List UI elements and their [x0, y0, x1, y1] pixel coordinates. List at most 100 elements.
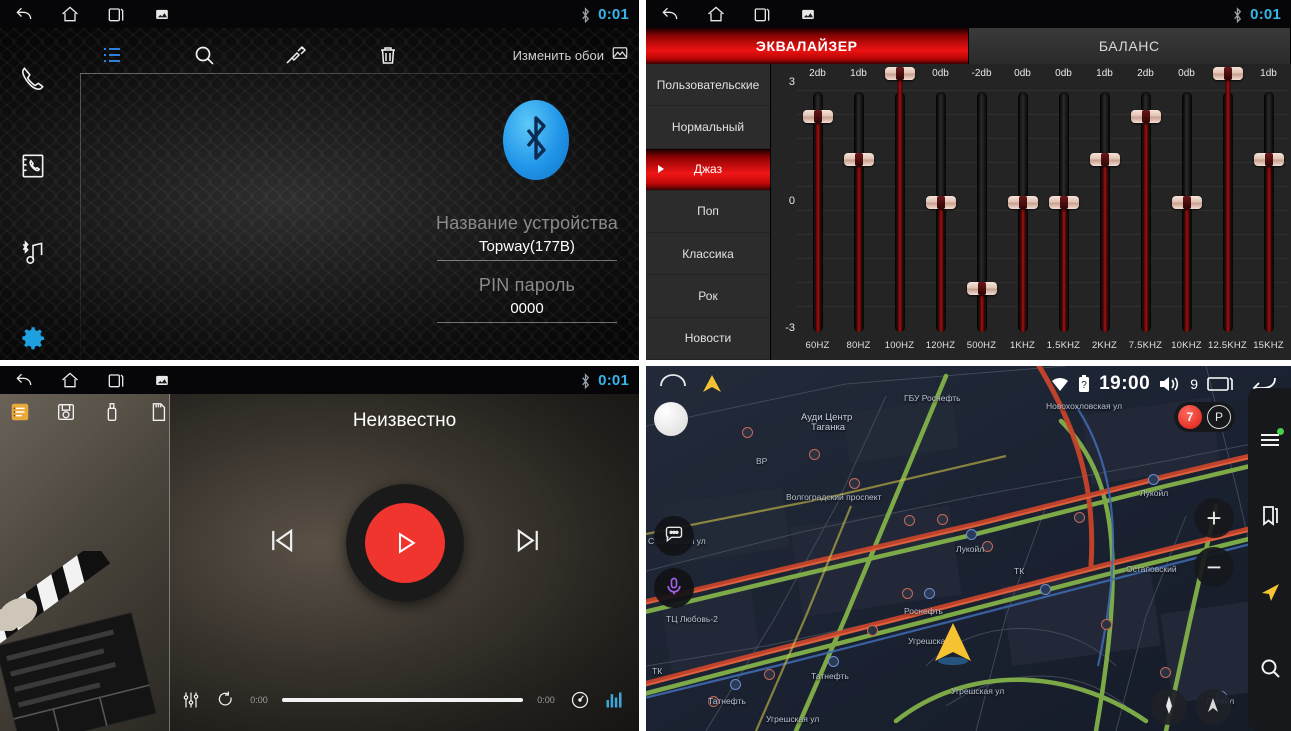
disc-icon[interactable]: [54, 400, 78, 424]
progress-slider[interactable]: [282, 698, 523, 702]
eq-band-slider[interactable]: [1166, 82, 1207, 340]
map-poi[interactable]: [924, 588, 935, 599]
screenshot-icon[interactable]: [152, 4, 172, 24]
eq-band[interactable]: 0db 120HZ: [920, 64, 961, 360]
back-arrow-icon[interactable]: [14, 4, 34, 24]
eq-band[interactable]: 3db12.5KHZ: [1207, 64, 1248, 360]
spectrum-icon[interactable]: [603, 689, 625, 711]
home-icon[interactable]: [706, 4, 726, 24]
compass-button[interactable]: [1151, 689, 1187, 725]
eq-band-slider[interactable]: [797, 82, 838, 340]
map-poi[interactable]: [867, 625, 878, 636]
north-up-button[interactable]: [1195, 689, 1231, 725]
tab-balance[interactable]: БАЛАНС: [968, 28, 1291, 64]
eq-band[interactable]: 1db 15KHZ: [1248, 64, 1289, 360]
parking-button[interactable]: P: [1207, 405, 1231, 429]
eq-band-slider[interactable]: [920, 82, 961, 340]
eq-band-knob[interactable]: [843, 153, 874, 167]
zoom-in-button[interactable]: +: [1194, 498, 1234, 538]
map-poi[interactable]: [742, 427, 753, 438]
screenshot-icon[interactable]: [798, 4, 818, 24]
map-poi[interactable]: [966, 529, 977, 540]
eq-band-slider[interactable]: [838, 82, 879, 340]
eq-band-slider[interactable]: [1043, 82, 1084, 340]
eq-band-knob[interactable]: [1212, 67, 1243, 80]
device-name-value[interactable]: Topway(177B): [427, 238, 627, 260]
preset-news[interactable]: Новости: [646, 318, 770, 360]
sidebar-item-settings[interactable]: [10, 317, 56, 360]
recents-icon[interactable]: [752, 4, 772, 24]
preset-normal[interactable]: Нормальный: [646, 106, 770, 149]
eq-band-slider[interactable]: [1084, 82, 1125, 340]
screenshot-icon[interactable]: [152, 370, 172, 390]
recents-icon[interactable]: [1207, 375, 1233, 393]
home-icon[interactable]: [60, 370, 80, 390]
voice-button[interactable]: [654, 568, 694, 608]
map-menu-button[interactable]: [1255, 427, 1285, 457]
preset-pop[interactable]: Поп: [646, 191, 770, 234]
back-arrow-icon[interactable]: [14, 370, 34, 390]
eq-band[interactable]: 0db 1.5KHZ: [1043, 64, 1084, 360]
eq-band-knob[interactable]: [966, 282, 997, 296]
map-poi[interactable]: [849, 478, 860, 489]
eq-band[interactable]: 1db 80HZ: [838, 64, 879, 360]
map-traffic-widget[interactable]: 7 P: [1174, 402, 1235, 432]
usb-icon[interactable]: [100, 400, 124, 424]
sleep-timer-icon[interactable]: [569, 689, 591, 711]
eq-band[interactable]: 2db 60HZ: [797, 64, 838, 360]
preset-jazz[interactable]: Джаз: [646, 148, 770, 191]
map-navigate-button[interactable]: [1255, 580, 1285, 610]
sidebar-item-contacts[interactable]: [10, 145, 56, 188]
eq-band-knob[interactable]: [1007, 196, 1038, 209]
search-button[interactable]: [158, 34, 250, 76]
pair-device-button[interactable]: [250, 34, 342, 76]
preset-rock[interactable]: Рок: [646, 275, 770, 318]
eq-band[interactable]: 0db 10KHZ: [1166, 64, 1207, 360]
eq-band-slider[interactable]: [1002, 82, 1043, 340]
eq-band-knob[interactable]: [1171, 196, 1202, 209]
map-poi[interactable]: [1040, 584, 1051, 595]
eq-band-knob[interactable]: [884, 67, 915, 80]
eq-band-knob[interactable]: [1130, 110, 1161, 123]
sidebar-item-dial-pad[interactable]: [10, 56, 56, 99]
eq-band-slider[interactable]: [1248, 82, 1289, 340]
map-poi[interactable]: [809, 449, 820, 460]
eq-band-slider[interactable]: [1125, 82, 1166, 340]
volume-icon[interactable]: [1159, 375, 1181, 393]
eq-band-knob[interactable]: [802, 110, 833, 123]
eq-band-slider[interactable]: [961, 82, 1002, 340]
preset-custom[interactable]: Пользовательские: [646, 64, 770, 107]
home-icon[interactable]: [60, 4, 80, 24]
eq-band-knob[interactable]: [1253, 153, 1284, 167]
eq-band[interactable]: -2db 500HZ: [961, 64, 1002, 360]
map-poi[interactable]: [1160, 667, 1171, 678]
eq-band-slider[interactable]: [879, 67, 920, 340]
tab-equalizer[interactable]: ЭКВАЛАЙЗЕР: [646, 28, 969, 64]
delete-button[interactable]: [342, 34, 434, 76]
device-list-button[interactable]: [66, 34, 158, 76]
add-report-button[interactable]: [654, 516, 694, 556]
repeat-icon[interactable]: [214, 689, 236, 711]
eq-band-knob[interactable]: [925, 196, 956, 209]
map-poi[interactable]: [937, 514, 948, 525]
map-bookmarks-button[interactable]: [1255, 503, 1285, 533]
map-poi[interactable]: [730, 679, 741, 690]
equalizer-sliders-icon[interactable]: [180, 689, 202, 711]
playlist-icon[interactable]: [8, 400, 32, 424]
recents-icon[interactable]: [106, 370, 126, 390]
skip-next-icon[interactable]: [512, 524, 545, 562]
eq-band[interactable]: 2db 7.5KHZ: [1125, 64, 1166, 360]
map-poi[interactable]: [828, 656, 839, 667]
zoom-out-button[interactable]: −: [1194, 547, 1234, 587]
map-poi[interactable]: [1074, 512, 1085, 523]
recents-icon[interactable]: [106, 4, 126, 24]
map-poi[interactable]: [764, 669, 775, 680]
map-poi[interactable]: [902, 588, 913, 599]
sidebar-item-bt-music[interactable]: [10, 232, 56, 275]
change-wallpaper-button[interactable]: Изменить обои: [513, 44, 629, 67]
map-home-button[interactable]: [658, 372, 688, 399]
preset-classic[interactable]: Классика: [646, 233, 770, 276]
eq-band-knob[interactable]: [1089, 153, 1120, 167]
eq-band[interactable]: 0db 1KHZ: [1002, 64, 1043, 360]
pin-value[interactable]: 0000: [427, 300, 627, 322]
